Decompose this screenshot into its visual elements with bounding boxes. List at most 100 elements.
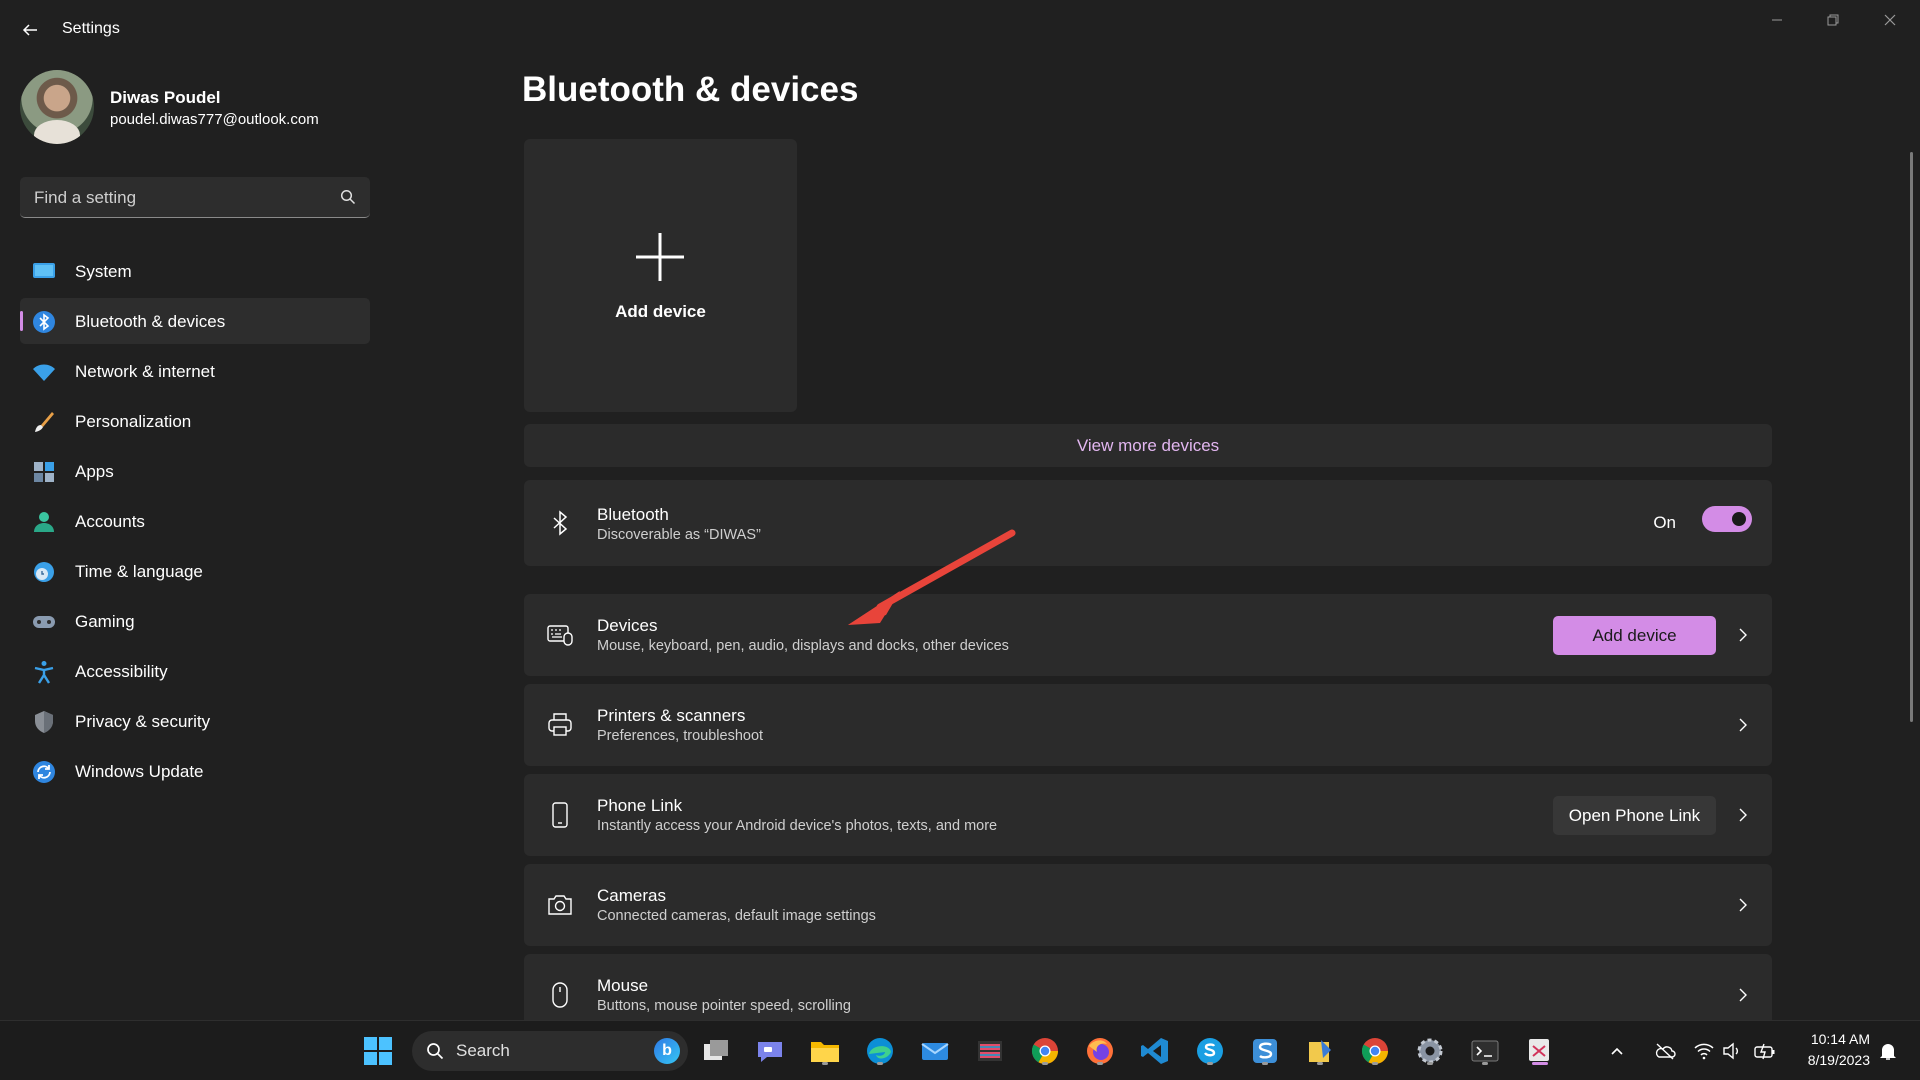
card-title: Devices [597,616,658,635]
search-placeholder: Find a setting [34,188,137,207]
volume-button[interactable] [1720,1033,1744,1069]
chrome-profile-button[interactable] [1357,1033,1393,1069]
sticky-tool-button[interactable] [1302,1033,1338,1069]
minimize-button[interactable] [1754,6,1800,34]
taskbar-search-label: Search [456,1041,510,1060]
search-input[interactable]: Find a setting [20,177,370,218]
back-button[interactable] [14,14,46,46]
snipping-tool-button[interactable] [1522,1033,1558,1069]
view-more-devices-button[interactable]: View more devices [524,424,1772,467]
close-icon [1884,14,1896,26]
running-indicator [1042,1062,1048,1065]
task-view-button[interactable] [698,1033,734,1069]
avatar [20,70,94,144]
cameras-card[interactable]: Cameras Connected cameras, default image… [524,864,1772,946]
sidebar-item-apps[interactable]: Apps [20,448,370,494]
sidebar-item-accounts[interactable]: Accounts [20,498,370,544]
sidebar-item-label: Windows Update [75,762,204,781]
wifi-icon [33,364,55,381]
sidebar-item-time-language[interactable]: Time & language [20,548,370,594]
title-bar: Settings [0,0,1920,60]
wifi-icon [1694,1043,1714,1060]
restore-button[interactable] [1810,6,1856,34]
card-title: Mouse [597,976,649,995]
sidebar-item-accessibility[interactable]: Accessibility [20,648,370,694]
sidebar-item-label: Gaming [75,612,135,631]
back-arrow-icon [22,24,37,36]
system-icon [33,263,55,278]
scrollbar[interactable] [1910,152,1913,722]
show-hidden-icons-button[interactable] [1606,1033,1628,1069]
running-indicator [1097,1062,1103,1065]
mail-button[interactable] [917,1033,953,1069]
search-icon [340,189,356,205]
sidebar-item-windows-update[interactable]: Windows Update [20,748,370,794]
sidebar-item-gaming[interactable]: Gaming [20,598,370,644]
sidebar-item-privacy[interactable]: Privacy & security [20,698,370,744]
battery-button[interactable] [1752,1033,1778,1069]
wifi-status-button[interactable] [1692,1033,1716,1069]
sidebar-item-label: System [75,262,132,281]
media-app-icon [978,1041,1002,1061]
taskbar-search[interactable]: Search b [412,1031,688,1071]
card-subtitle: Discoverable as “DIWAS” [597,527,761,543]
bluetooth-toggle[interactable] [1702,506,1752,532]
open-phone-link-button[interactable]: Open Phone Link [1553,796,1716,835]
phone-icon [552,802,568,828]
sidebar-item-label: Personalization [75,412,192,431]
update-icon [33,761,55,783]
card-title: Printers & scanners [597,706,746,725]
bluetooth-card: Bluetooth Discoverable as “DIWAS” On [524,480,1772,566]
firefox-button[interactable] [1082,1033,1118,1069]
bluetooth-icon [33,311,55,333]
bell-icon [1880,1044,1896,1060]
file-explorer-button[interactable] [807,1033,843,1069]
sidebar-item-label: Network & internet [75,362,215,381]
add-device-button[interactable]: Add device [1553,616,1716,655]
sidebar-item-label: Privacy & security [75,712,211,731]
app-button[interactable] [972,1033,1008,1069]
card-subtitle: Mouse, keyboard, pen, audio, displays an… [597,638,1009,654]
sublime-button[interactable] [1247,1033,1283,1069]
keyboard-mouse-icon [547,625,573,646]
taskbar: Search b 10:14 AM 8/19/2023 [0,1020,1920,1080]
chevron-right-icon [1739,988,1747,1002]
devices-card[interactable]: Devices Mouse, keyboard, pen, audio, dis… [524,594,1772,676]
chevron-up-icon [1611,1047,1623,1055]
sidebar-item-network[interactable]: Network & internet [20,348,370,394]
apps-icon [34,462,54,482]
start-button[interactable] [360,1033,396,1069]
card-subtitle: Preferences, troubleshoot [597,728,764,744]
minimize-icon [1772,19,1782,21]
clock-date[interactable]: 8/19/2023 [1786,1052,1870,1068]
phone-link-card[interactable]: Phone Link Instantly access your Android… [524,774,1772,856]
edge-button[interactable] [862,1033,898,1069]
notifications-button[interactable] [1876,1033,1900,1069]
sidebar-item-system[interactable]: System [20,248,370,294]
settings-button[interactable] [1412,1033,1448,1069]
teams-chat-button[interactable] [752,1033,788,1069]
sidebar-item-personalization[interactable]: Personalization [20,398,370,444]
task-view-icon [704,1040,728,1060]
printers-card[interactable]: Printers & scanners Preferences, trouble… [524,684,1772,766]
chrome-button[interactable] [1027,1033,1063,1069]
running-indicator [1427,1062,1433,1065]
sidebar-item-label: Accounts [75,512,145,531]
shield-icon [35,711,53,733]
sidebar-item-bluetooth[interactable]: Bluetooth & devices [20,298,370,344]
clock-time[interactable]: 10:14 AM [1786,1031,1870,1047]
chat-icon [758,1042,782,1062]
printer-icon [548,713,572,736]
skype-button[interactable] [1192,1033,1228,1069]
user-profile[interactable]: Diwas Poudel poudel.diwas777@outlook.com [20,70,380,146]
mouse-card[interactable]: Mouse Buttons, mouse pointer speed, scro… [524,954,1772,1020]
add-device-tile[interactable] [524,139,797,412]
close-button[interactable] [1867,6,1913,34]
vscode-button[interactable] [1137,1033,1173,1069]
card-title: Cameras [597,886,666,905]
onedrive-button[interactable] [1652,1033,1678,1069]
terminal-button[interactable] [1467,1033,1503,1069]
globe-clock-icon [34,562,54,582]
card-subtitle: Connected cameras, default image setting… [597,908,876,924]
card-title: Phone Link [597,796,683,815]
